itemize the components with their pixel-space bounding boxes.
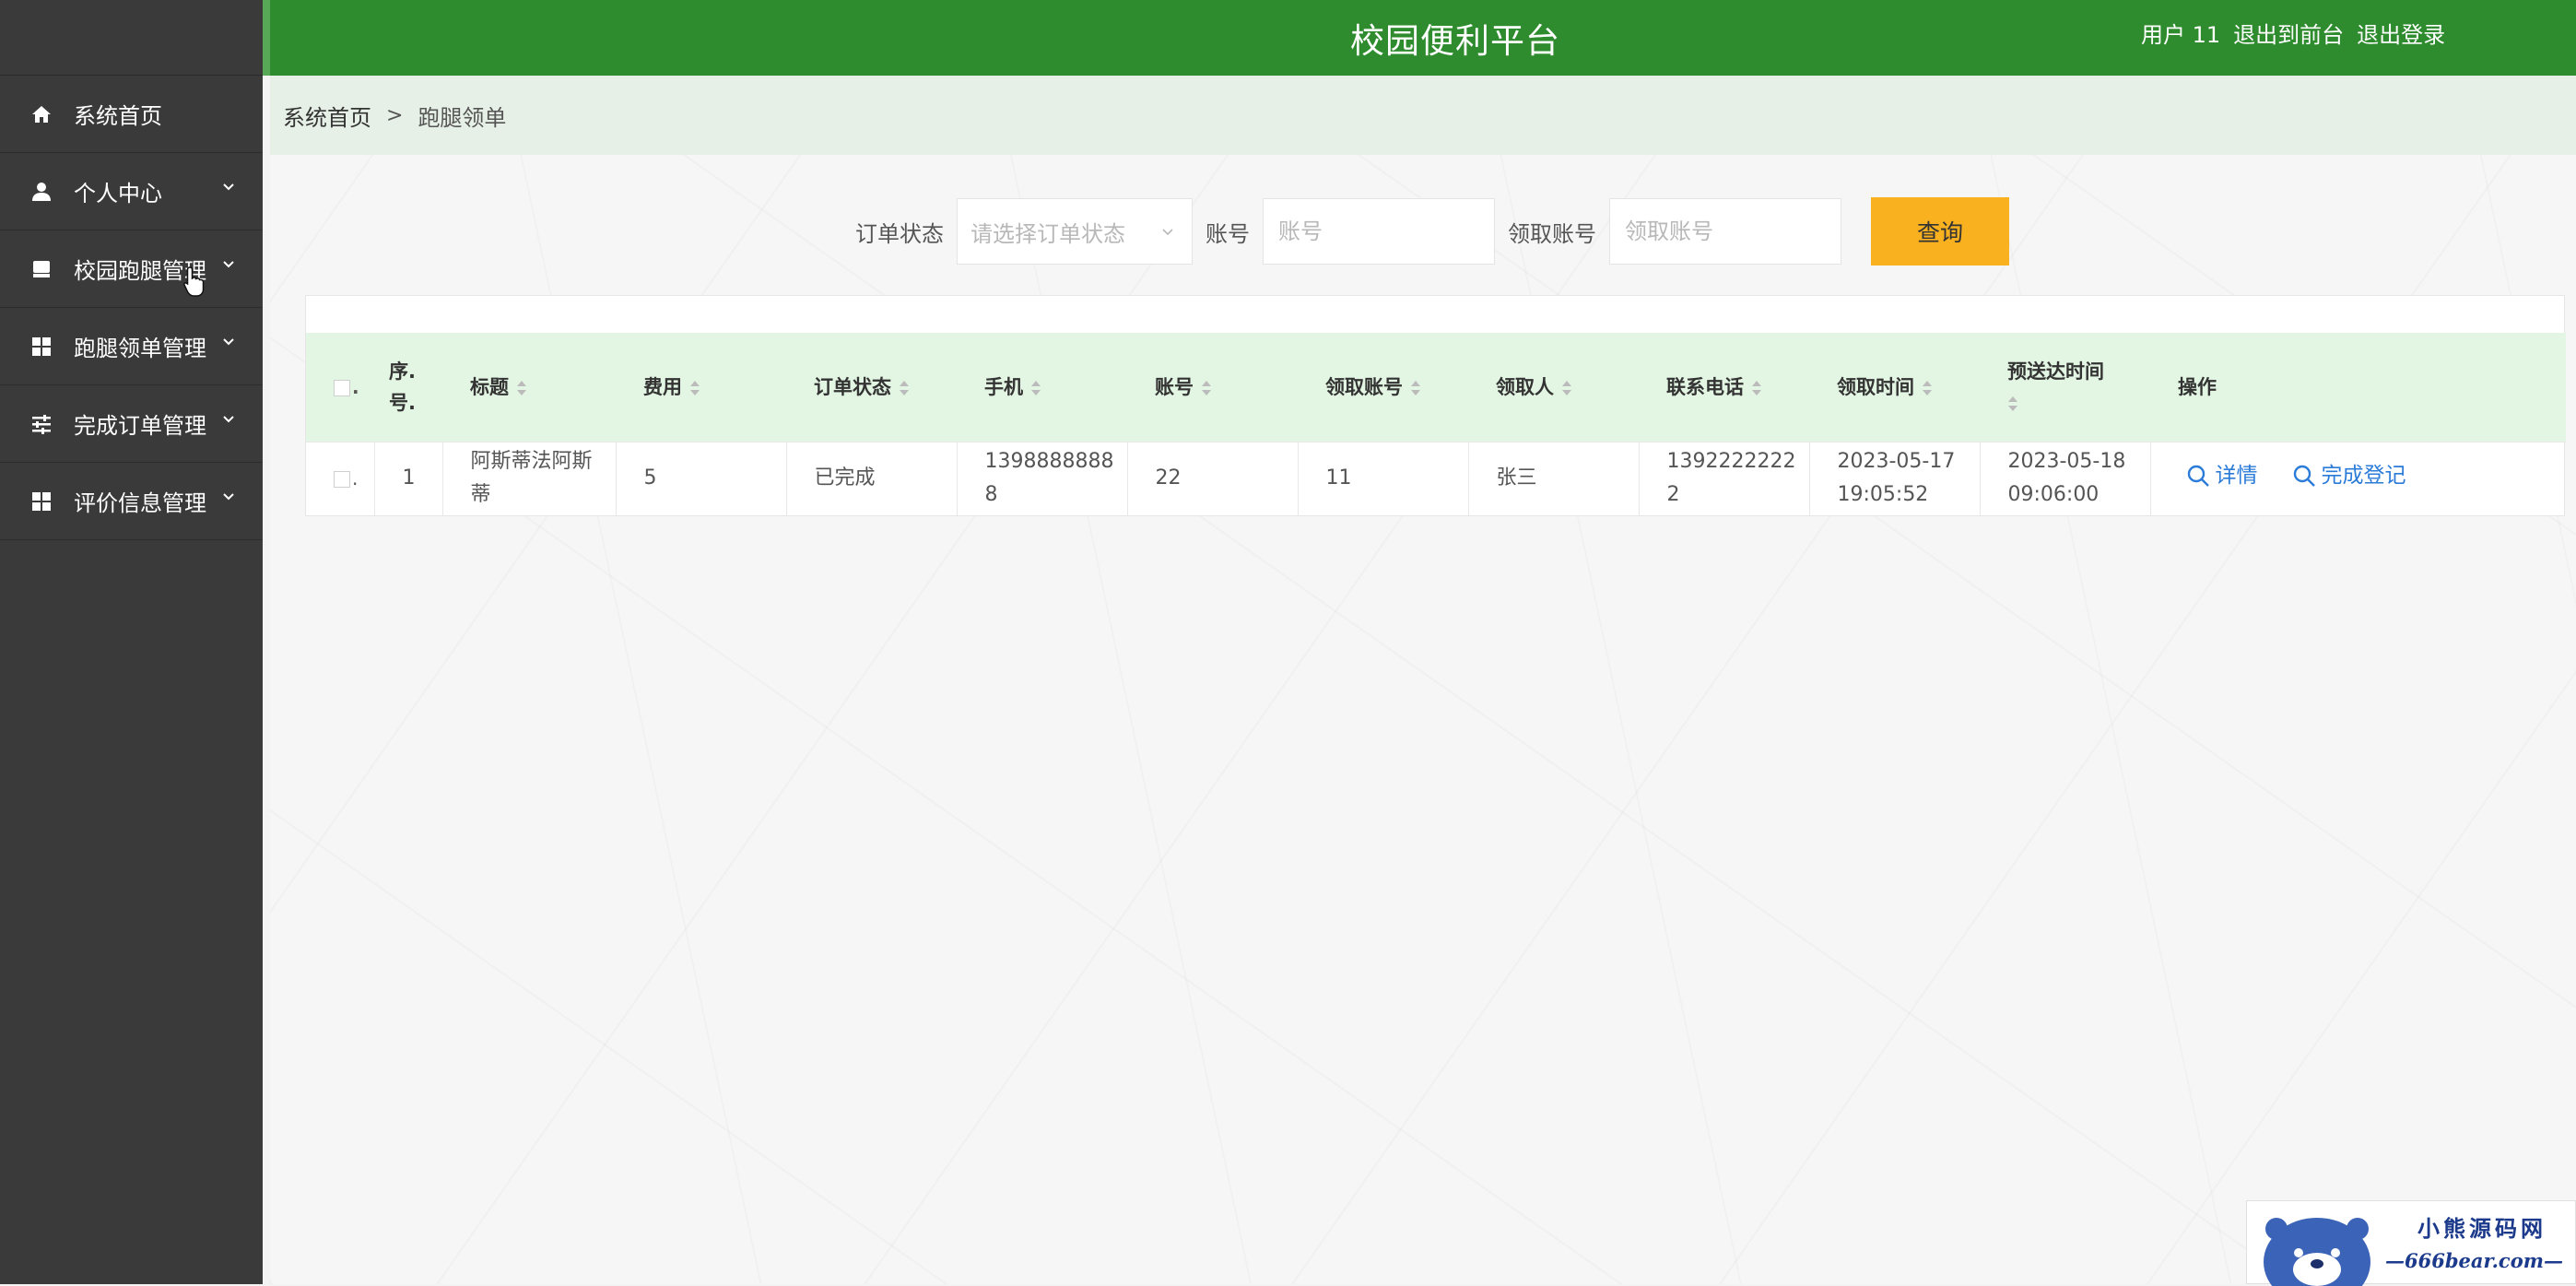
- cell-receiver: 张三: [1468, 441, 1640, 515]
- row-checkbox[interactable]: [334, 470, 350, 488]
- sort-icon: [517, 380, 526, 395]
- column-account[interactable]: 账号: [1127, 333, 1298, 442]
- watermark-logo: 小熊源码网 —666bear.com—: [2246, 1200, 2576, 1286]
- receiver-account-label: 领取账号: [1508, 220, 1596, 247]
- sidebar-item-home[interactable]: 系统首页: [0, 76, 263, 153]
- user-icon: [29, 180, 53, 204]
- grid-icon: [29, 335, 53, 359]
- column-actions: 操作: [2178, 375, 2217, 398]
- sidebar-item-completed-orders[interactable]: 完成订单管理: [0, 385, 263, 463]
- order-table: . 序.号. 标题 费用 订单状态 手机 账号 领取账号 领取人 联系电话 领取…: [306, 333, 2566, 515]
- platform-title: 校园便利平台: [1350, 21, 1560, 61]
- chevron-down-icon: [223, 183, 234, 191]
- sort-icon: [1031, 380, 1041, 395]
- cell-account: 22: [1127, 441, 1299, 515]
- exit-to-frontend-link[interactable]: 退出到前台: [2233, 17, 2344, 49]
- home-icon: [29, 102, 53, 126]
- column-phone[interactable]: 手机: [957, 333, 1127, 442]
- query-button[interactable]: 查询: [1871, 197, 2009, 265]
- detail-button[interactable]: 详情: [2186, 459, 2258, 492]
- sort-icon: [1923, 380, 1932, 395]
- column-contact[interactable]: 联系电话: [1639, 333, 1809, 442]
- account-label: 账号: [1206, 220, 1250, 247]
- complete-register-button[interactable]: 完成登记: [2292, 459, 2406, 492]
- cell-fee: 5: [616, 441, 787, 515]
- row-select-cell: .: [306, 441, 375, 515]
- breadcrumb-current: 跑腿领单: [418, 104, 507, 131]
- select-all-checkbox[interactable]: [334, 379, 350, 396]
- table-header-row: . 序.号. 标题 费用 订单状态 手机 账号 领取账号 领取人 联系电话 领取…: [306, 333, 2566, 442]
- main-content: 订单状态 请选择订单状态 账号 领取账号 查询 . 序.: [270, 155, 2576, 1284]
- search-icon: [2293, 465, 2315, 487]
- logout-link[interactable]: 退出登录: [2357, 17, 2445, 49]
- header-links: 用户 11 退出到前台 退出登录: [2141, 17, 2445, 49]
- cell-index: 1: [374, 441, 443, 515]
- order-status-label: 订单状态: [855, 220, 944, 247]
- breadcrumb-home[interactable]: 系统首页: [283, 100, 371, 132]
- sidebar-item-order-taking-management[interactable]: 跑腿领单管理: [0, 308, 263, 385]
- breadcrumb-separator: >: [386, 103, 404, 127]
- cell-receiver-account: 11: [1298, 441, 1469, 515]
- select-all-header: .: [306, 333, 374, 442]
- chevron-down-icon: [223, 493, 234, 501]
- sort-icon: [1202, 380, 1211, 395]
- bear-logo-icon: [2264, 1218, 2370, 1286]
- current-user-label: 用户 11: [2141, 22, 2221, 48]
- order-status-select[interactable]: 请选择订单状态: [957, 198, 1193, 265]
- receiver-account-input[interactable]: [1609, 198, 1841, 265]
- search-icon: [2187, 465, 2209, 487]
- order-table-container: . 序.号. 标题 费用 订单状态 手机 账号 领取账号 领取人 联系电话 领取…: [305, 295, 2566, 516]
- cell-title: 阿斯蒂法阿斯蒂: [442, 441, 617, 515]
- sort-icon: [2008, 395, 2017, 411]
- watermark-url: —666bear.com—: [2385, 1249, 2563, 1272]
- chevron-down-icon: [223, 416, 234, 423]
- order-status-placeholder: 请选择订单状态: [970, 220, 1125, 247]
- column-receiver-account[interactable]: 领取账号: [1298, 333, 1468, 442]
- sidebar-item-label: 评价信息管理: [74, 490, 206, 516]
- column-expected-time[interactable]: 预送达时间: [1980, 333, 2150, 442]
- sort-icon: [690, 380, 700, 395]
- box-icon: [29, 257, 53, 281]
- cell-expected-time: 2023-05-18 09:06:00: [1980, 441, 2151, 515]
- cell-contact: 13922222222: [1639, 441, 1810, 515]
- sidebar-item-errand-management[interactable]: 校园跑腿管理: [0, 230, 263, 308]
- sidebar-item-label: 完成订单管理: [74, 413, 206, 439]
- sidebar-item-label: 跑腿领单管理: [74, 336, 206, 361]
- grid-icon: [29, 490, 53, 513]
- cell-phone: 13988888888: [957, 441, 1128, 515]
- column-title[interactable]: 标题: [442, 333, 616, 442]
- hand-cursor-icon: [183, 266, 205, 297]
- cell-status: 已完成: [786, 441, 958, 515]
- top-header: 校园便利平台 用户 11 退出到前台 退出登录: [263, 0, 2576, 76]
- column-index: 序.号.: [389, 360, 416, 414]
- chevron-down-icon: [223, 261, 234, 268]
- sidebar-item-label: 个人中心: [74, 181, 162, 206]
- sliders-icon: [29, 412, 53, 436]
- column-status[interactable]: 订单状态: [786, 333, 957, 442]
- sidebar-item-personal-center[interactable]: 个人中心: [0, 153, 263, 230]
- sort-icon: [1562, 380, 1571, 395]
- cell-actions: 详情 完成登记: [2150, 441, 2566, 515]
- watermark-title: 小熊源码网: [2417, 1216, 2547, 1242]
- sort-icon: [1411, 380, 1420, 395]
- column-receiver[interactable]: 领取人: [1468, 333, 1639, 442]
- search-form: 订单状态 请选择订单状态 账号 领取账号 查询: [855, 197, 2009, 265]
- breadcrumb: 系统首页 > 跑腿领单: [270, 76, 2576, 155]
- account-input[interactable]: [1263, 198, 1495, 265]
- sidebar-item-label: 系统首页: [74, 103, 162, 129]
- column-fee[interactable]: 费用: [616, 333, 786, 442]
- sidebar-item-review-management[interactable]: 评价信息管理: [0, 463, 263, 540]
- sidebar: 系统首页 个人中心 校园跑腿管理 跑腿领单管理 完成订单管理 评价信息管理: [0, 0, 263, 1284]
- column-receive-time[interactable]: 领取时间: [1809, 333, 1980, 442]
- chevron-down-icon: [223, 338, 234, 346]
- table-toolbar: [306, 296, 2564, 333]
- cell-receive-time: 2023-05-17 19:05:52: [1809, 441, 1981, 515]
- sort-icon: [900, 380, 909, 395]
- sidebar-logo-area: [0, 0, 263, 76]
- table-row: . 1 阿斯蒂法阿斯蒂 5 已完成 13988888888 22 11 张三 1…: [306, 441, 2566, 515]
- chevron-down-icon: [1162, 229, 1173, 236]
- sort-icon: [1752, 380, 1761, 395]
